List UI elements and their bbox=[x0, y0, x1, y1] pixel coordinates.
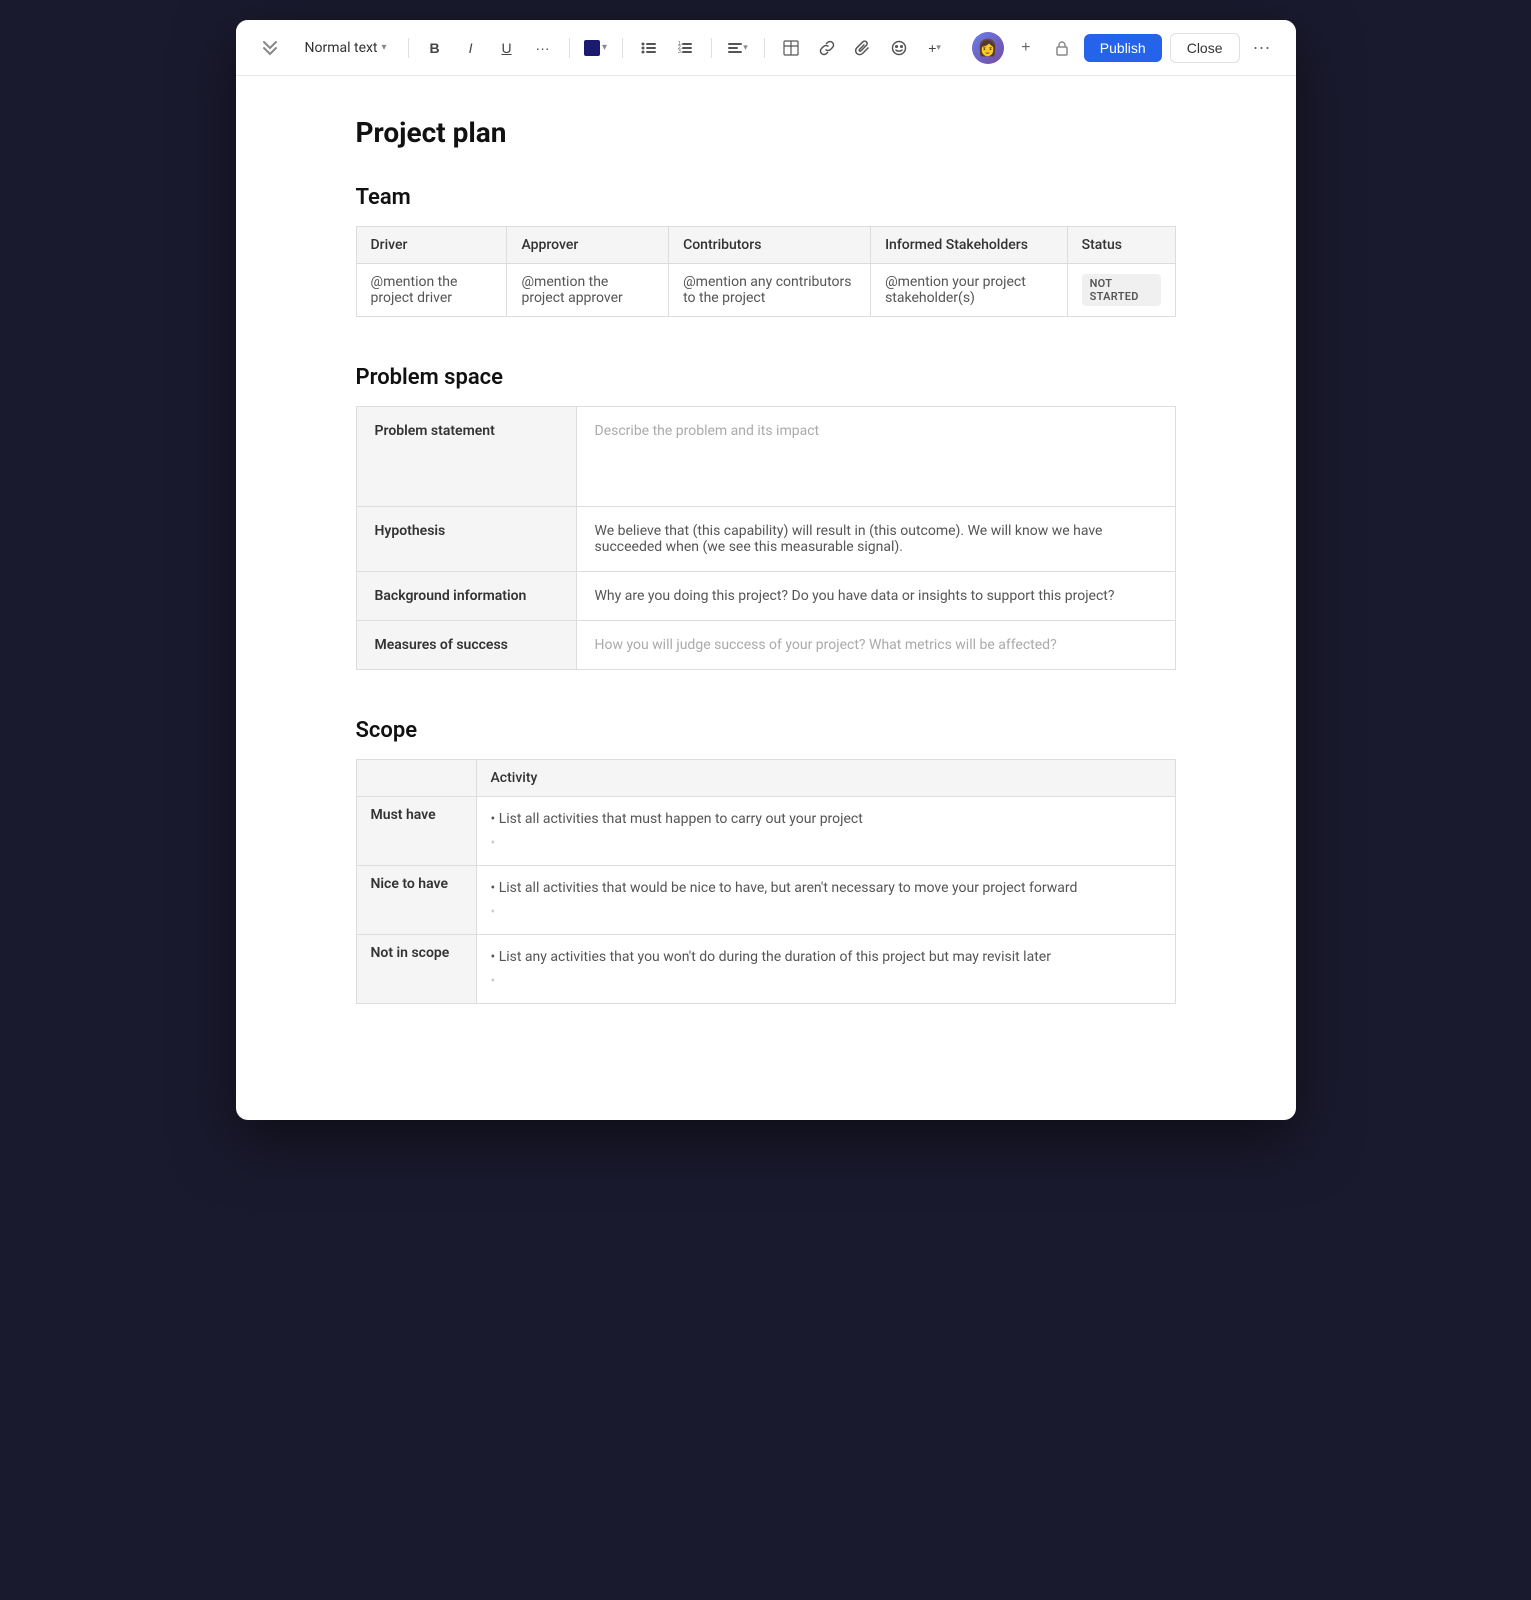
problem-label-1: Hypothesis bbox=[356, 507, 576, 572]
col-approver: Approver bbox=[507, 227, 669, 264]
col-driver: Driver bbox=[356, 227, 507, 264]
scope-must-list: List all activities that must happen to … bbox=[491, 807, 1161, 855]
page-title: Project plan bbox=[356, 116, 1176, 149]
cell-approver[interactable]: @mention the project approver bbox=[507, 264, 669, 317]
close-button[interactable]: Close bbox=[1170, 33, 1240, 63]
italic-button[interactable]: I bbox=[457, 34, 485, 62]
cell-driver[interactable]: @mention the project driver bbox=[356, 264, 507, 317]
toolbar-divider-2 bbox=[569, 38, 570, 58]
col-contributors: Contributors bbox=[669, 227, 871, 264]
bullet-list-button[interactable] bbox=[635, 34, 663, 62]
table-row: Measures of success How you will judge s… bbox=[356, 621, 1175, 670]
status-badge: NOT STARTED bbox=[1082, 274, 1161, 306]
numbered-list-button[interactable]: 1. 2. 3. bbox=[671, 34, 699, 62]
col-stakeholders: Informed Stakeholders bbox=[871, 227, 1068, 264]
list-item bbox=[491, 831, 1161, 855]
attachment-button[interactable] bbox=[849, 34, 877, 62]
scope-not-label: Not in scope bbox=[356, 935, 476, 1004]
table-row: Hypothesis We believe that (this capabil… bbox=[356, 507, 1175, 572]
table-row: Nice to have List all activities that wo… bbox=[356, 866, 1175, 935]
toolbar-right: 👩 + Publish Close ··· bbox=[972, 32, 1276, 64]
problem-heading: Problem space bbox=[356, 365, 1176, 390]
cell-stakeholders[interactable]: @mention your project stakeholder(s) bbox=[871, 264, 1068, 317]
toolbar: Normal text ▾ B I U ··· ▾ 1. bbox=[236, 20, 1296, 76]
more-options-button[interactable]: ··· bbox=[1248, 34, 1276, 62]
list-item: List all activities that would be nice t… bbox=[491, 876, 1161, 900]
toolbar-divider-4 bbox=[711, 38, 712, 58]
plus-icon: + bbox=[928, 40, 936, 56]
color-picker[interactable]: ▾ bbox=[582, 34, 610, 62]
problem-value-0[interactable]: Describe the problem and its impact bbox=[576, 407, 1175, 507]
color-swatch-inner bbox=[584, 40, 600, 56]
table-row: Must have List all activities that must … bbox=[356, 797, 1175, 866]
publish-button[interactable]: Publish bbox=[1084, 34, 1162, 62]
toolbar-divider-1 bbox=[408, 38, 409, 58]
scope-col-activity: Activity bbox=[476, 760, 1175, 797]
list-item bbox=[491, 969, 1161, 993]
text-style-selector[interactable]: Normal text ▾ bbox=[296, 35, 396, 61]
problem-label-2: Background information bbox=[356, 572, 576, 621]
scope-col-empty bbox=[356, 760, 476, 797]
table-row: @mention the project driver @mention the… bbox=[356, 264, 1175, 317]
table-row: Not in scope List any activities that yo… bbox=[356, 935, 1175, 1004]
team-table-header-row: Driver Approver Contributors Informed St… bbox=[356, 227, 1175, 264]
scope-table: Activity Must have List all activities t… bbox=[356, 759, 1176, 1004]
problem-value-1[interactable]: We believe that (this capability) will r… bbox=[576, 507, 1175, 572]
scope-not-list: List any activities that you won't do du… bbox=[491, 945, 1161, 993]
color-chevron-icon: ▾ bbox=[602, 42, 607, 53]
bold-button[interactable]: B bbox=[421, 34, 449, 62]
scope-section: Scope Activity Must have List all activi… bbox=[356, 718, 1176, 1004]
app-window: Normal text ▾ B I U ··· ▾ 1. bbox=[236, 20, 1296, 1120]
align-button[interactable]: ▾ bbox=[724, 34, 752, 62]
logo-icon bbox=[256, 34, 284, 62]
scope-header-row: Activity bbox=[356, 760, 1175, 797]
underline-button[interactable]: U bbox=[493, 34, 521, 62]
scope-must-label: Must have bbox=[356, 797, 476, 866]
insert-chevron-icon: ▾ bbox=[936, 42, 941, 53]
lock-icon bbox=[1048, 34, 1076, 62]
team-table: Driver Approver Contributors Informed St… bbox=[356, 226, 1176, 317]
chevron-down-icon: ▾ bbox=[382, 42, 387, 53]
scope-nice-list: List all activities that would be nice t… bbox=[491, 876, 1161, 924]
list-item: List any activities that you won't do du… bbox=[491, 945, 1161, 969]
more-format-button[interactable]: ··· bbox=[529, 34, 557, 62]
problem-table: Problem statement Describe the problem a… bbox=[356, 406, 1176, 670]
list-item: List all activities that must happen to … bbox=[491, 807, 1161, 831]
toolbar-divider-3 bbox=[622, 38, 623, 58]
avatar[interactable]: 👩 bbox=[972, 32, 1004, 64]
toolbar-divider-5 bbox=[764, 38, 765, 58]
problem-label-3: Measures of success bbox=[356, 621, 576, 670]
scope-must-value[interactable]: List all activities that must happen to … bbox=[476, 797, 1175, 866]
problem-value-3[interactable]: How you will judge success of your proje… bbox=[576, 621, 1175, 670]
add-collaborator-button[interactable]: + bbox=[1012, 34, 1040, 62]
ellipsis-icon: ··· bbox=[536, 40, 550, 56]
svg-text:3.: 3. bbox=[678, 49, 682, 55]
content-area: Project plan Team Driver Approver Contri… bbox=[236, 76, 1296, 1092]
problem-value-2[interactable]: Why are you doing this project? Do you h… bbox=[576, 572, 1175, 621]
cell-status[interactable]: NOT STARTED bbox=[1067, 264, 1175, 317]
problem-section: Problem space Problem statement Describe… bbox=[356, 365, 1176, 670]
emoji-button[interactable] bbox=[885, 34, 913, 62]
avatar-image: 👩 bbox=[972, 32, 1004, 64]
cell-contributors[interactable]: @mention any contributors to the project bbox=[669, 264, 871, 317]
scope-heading: Scope bbox=[356, 718, 1176, 743]
link-button[interactable] bbox=[813, 34, 841, 62]
table-button[interactable] bbox=[777, 34, 805, 62]
scope-not-value[interactable]: List any activities that you won't do du… bbox=[476, 935, 1175, 1004]
problem-label-0: Problem statement bbox=[356, 407, 576, 507]
team-heading: Team bbox=[356, 185, 1176, 210]
insert-plus-button[interactable]: + ▾ bbox=[921, 34, 949, 62]
table-row: Background information Why are you doing… bbox=[356, 572, 1175, 621]
table-row: Problem statement Describe the problem a… bbox=[356, 407, 1175, 507]
scope-nice-label: Nice to have bbox=[356, 866, 476, 935]
scope-nice-value[interactable]: List all activities that would be nice t… bbox=[476, 866, 1175, 935]
list-item bbox=[491, 900, 1161, 924]
text-style-label: Normal text bbox=[305, 40, 378, 56]
team-section: Team Driver Approver Contributors Inform… bbox=[356, 185, 1176, 317]
col-status: Status bbox=[1067, 227, 1175, 264]
